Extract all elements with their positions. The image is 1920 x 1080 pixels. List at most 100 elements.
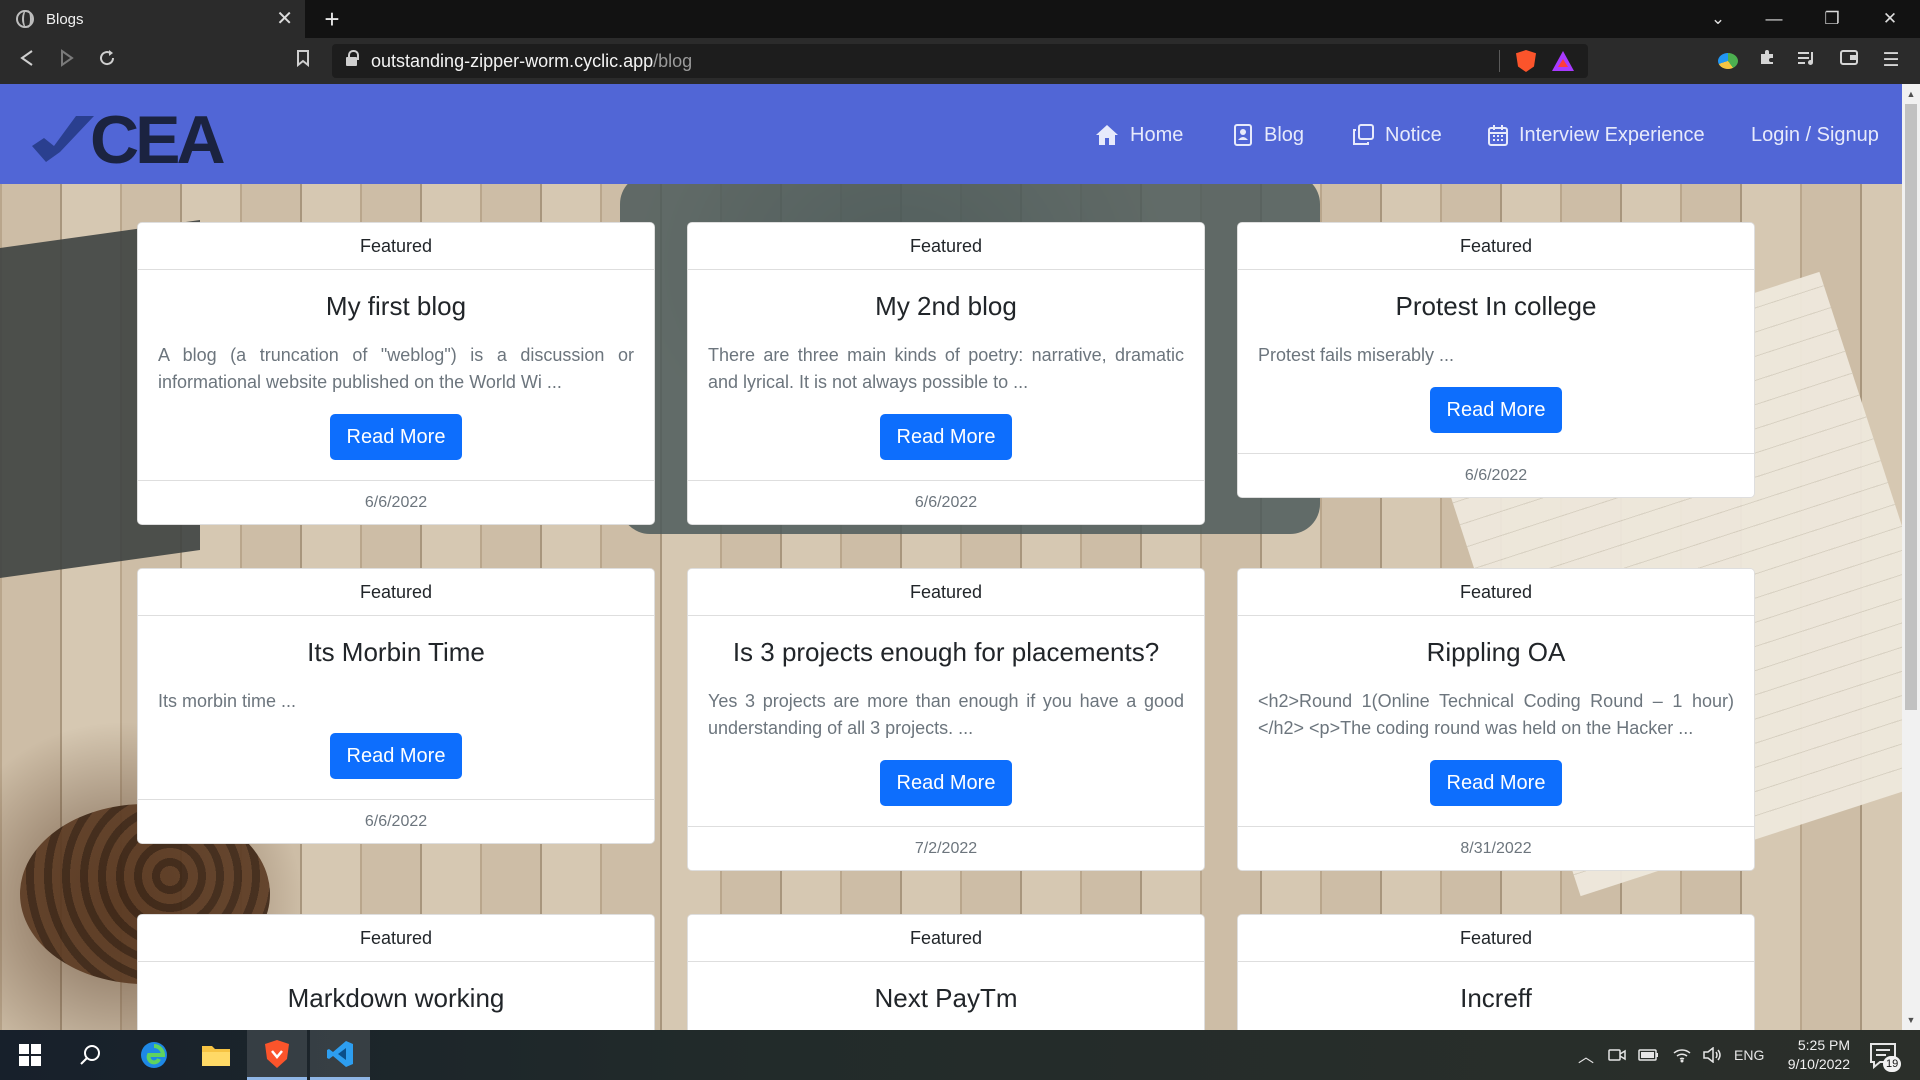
card-header: Featured (1238, 569, 1754, 616)
card-title: Rippling OA (1426, 637, 1566, 667)
brave-shield-icon[interactable] (1516, 50, 1536, 72)
blog-card: Featured Rippling OA <h2>Round 1(Online … (1237, 568, 1755, 871)
nav-notice-label: Notice (1385, 123, 1442, 146)
card-excerpt: <h2>Round 1(Online Technical Coding Roun… (1258, 691, 1734, 738)
read-more-button[interactable]: Read More (879, 414, 1013, 460)
blog-card: Featured Protest In college Protest fail… (1237, 222, 1755, 498)
card-title: My first blog (325, 291, 467, 321)
card-title: Is 3 projects enough for placements? (732, 637, 1160, 667)
site-logo[interactable]: CEA (90, 104, 226, 176)
card-excerpt: There are three main kinds of poetry: na… (708, 345, 1184, 392)
nav-blog[interactable]: Blog (1233, 120, 1304, 150)
nav-interview-experience-label: Interview Experience (1519, 123, 1705, 146)
blog-card: Featured Next PayTm (687, 914, 1205, 1030)
clock-time: 5:25 PM (1797, 1037, 1850, 1053)
taskbar-clock[interactable]: 5:25 PM 9/10/2022 (1758, 1036, 1850, 1074)
browser-tabstrip: Blogs ✕ + ⌄ — ❐ ✕ (0, 0, 1920, 38)
blog-card: Featured Markdown working (137, 914, 655, 1030)
card-date: 6/6/2022 (138, 480, 654, 524)
blog-card: Featured Its Morbin Time Its morbin time… (137, 568, 655, 844)
bookmark-icon[interactable] (288, 46, 318, 76)
wallet-icon[interactable] (1834, 46, 1864, 76)
close-window-button[interactable]: ✕ (1862, 0, 1918, 38)
brave-rewards-icon[interactable] (1552, 51, 1574, 71)
nav-interview-experience[interactable]: Interview Experience (1488, 120, 1705, 150)
card-body: Next PayTm (688, 962, 1204, 1030)
extension-icon[interactable] (1718, 53, 1738, 69)
close-tab-icon[interactable]: ✕ (276, 9, 293, 29)
read-more-button[interactable]: Read More (879, 760, 1013, 806)
card-title: Protest In college (1395, 291, 1597, 321)
nav-blog-label: Blog (1264, 123, 1305, 146)
scroll-down-arrow-icon[interactable]: ▼ (1902, 1012, 1920, 1028)
browser-tab[interactable]: Blogs ✕ (0, 0, 305, 38)
scroll-up-arrow-icon[interactable]: ▲ (1902, 86, 1920, 102)
card-title: Its Morbin Time (307, 637, 485, 667)
tab-search-chevron-icon[interactable]: ⌄ (1690, 0, 1746, 38)
extensions-puzzle-icon[interactable] (1752, 46, 1782, 76)
nav-login-signup-label: Login / Signup (1751, 123, 1879, 146)
card-date: 7/2/2022 (688, 826, 1204, 870)
blog-card: Featured Is 3 projects enough for placem… (687, 568, 1205, 871)
card-body: Markdown working (138, 962, 654, 1030)
brave-taskbar-button[interactable] (247, 1030, 307, 1080)
start-button[interactable] (0, 1030, 60, 1080)
card-header: Featured (688, 223, 1204, 270)
browser-toolbar: outstanding-zipper-worm.cyclic.app/blog … (0, 38, 1920, 84)
search-button[interactable] (60, 1030, 120, 1080)
card-excerpt: Its morbin time ... (158, 691, 297, 711)
notice-icon (1353, 124, 1374, 145)
meet-now-icon[interactable] (1608, 1047, 1626, 1063)
card-date: 6/6/2022 (1238, 453, 1754, 497)
card-body: My first blog A blog (a truncation of "w… (138, 270, 654, 480)
card-body: Rippling OA <h2>Round 1(Online Technical… (1238, 616, 1754, 826)
nav-login-signup[interactable]: Login / Signup (1751, 120, 1879, 150)
reload-button[interactable] (92, 46, 122, 76)
media-queue-icon[interactable] (1792, 46, 1822, 76)
read-more-button[interactable]: Read More (329, 733, 463, 779)
card-date: 6/6/2022 (138, 799, 654, 843)
nav-notice[interactable]: Notice (1352, 120, 1442, 150)
vscode-taskbar-button[interactable] (310, 1030, 370, 1080)
card-body: Protest In college Protest fails miserab… (1238, 270, 1754, 453)
card-body: Its Morbin Time Its morbin time ... Read… (138, 616, 654, 799)
card-header: Featured (1238, 223, 1754, 270)
page-scrollbar[interactable]: ▲ ▼ (1902, 84, 1920, 1030)
card-header: Featured (138, 223, 654, 270)
wifi-icon[interactable] (1672, 1047, 1692, 1063)
forward-button[interactable] (52, 46, 82, 76)
read-more-button[interactable]: Read More (1429, 387, 1563, 433)
restore-button[interactable]: ❐ (1804, 0, 1860, 38)
edge-taskbar-button[interactable] (124, 1030, 184, 1080)
edge-icon (141, 1042, 167, 1068)
new-tab-button[interactable]: + (318, 2, 346, 36)
card-title: Markdown working (287, 983, 505, 1013)
windows-logo-icon (19, 1044, 41, 1066)
globe-icon (16, 10, 34, 28)
lock-icon (346, 49, 359, 68)
blog-card: Featured Increff (1237, 914, 1755, 1030)
card-header: Featured (688, 915, 1204, 962)
card-header: Featured (138, 569, 654, 616)
blog-card: Featured My first blog A blog (a truncat… (137, 222, 655, 525)
nav-home[interactable]: Home (1095, 120, 1183, 150)
card-excerpt: A blog (a truncation of "weblog") is a d… (158, 345, 634, 392)
file-explorer-taskbar-button[interactable] (186, 1030, 246, 1080)
blog-icon (1234, 124, 1252, 146)
battery-icon[interactable] (1638, 1048, 1660, 1062)
read-more-button[interactable]: Read More (1429, 760, 1563, 806)
show-hidden-icons-chevron-icon[interactable]: ︿ (1578, 1043, 1594, 1067)
search-icon (80, 1045, 100, 1065)
address-bar[interactable]: outstanding-zipper-worm.cyclic.app/blog (332, 44, 1588, 78)
volume-icon[interactable] (1702, 1047, 1722, 1063)
scrollbar-thumb[interactable] (1905, 104, 1917, 710)
menu-icon[interactable]: ☰ (1876, 46, 1906, 76)
clock-date: 9/10/2022 (1787, 1056, 1850, 1072)
minimize-button[interactable]: — (1746, 0, 1802, 38)
read-more-button[interactable]: Read More (329, 414, 463, 460)
back-button[interactable] (12, 46, 42, 76)
logo-check-icon (32, 116, 94, 162)
site-navbar: CEA Home Blog Notice Interview Experienc… (0, 84, 1902, 184)
card-header: Featured (688, 569, 1204, 616)
card-title: My 2nd blog (875, 291, 1017, 321)
